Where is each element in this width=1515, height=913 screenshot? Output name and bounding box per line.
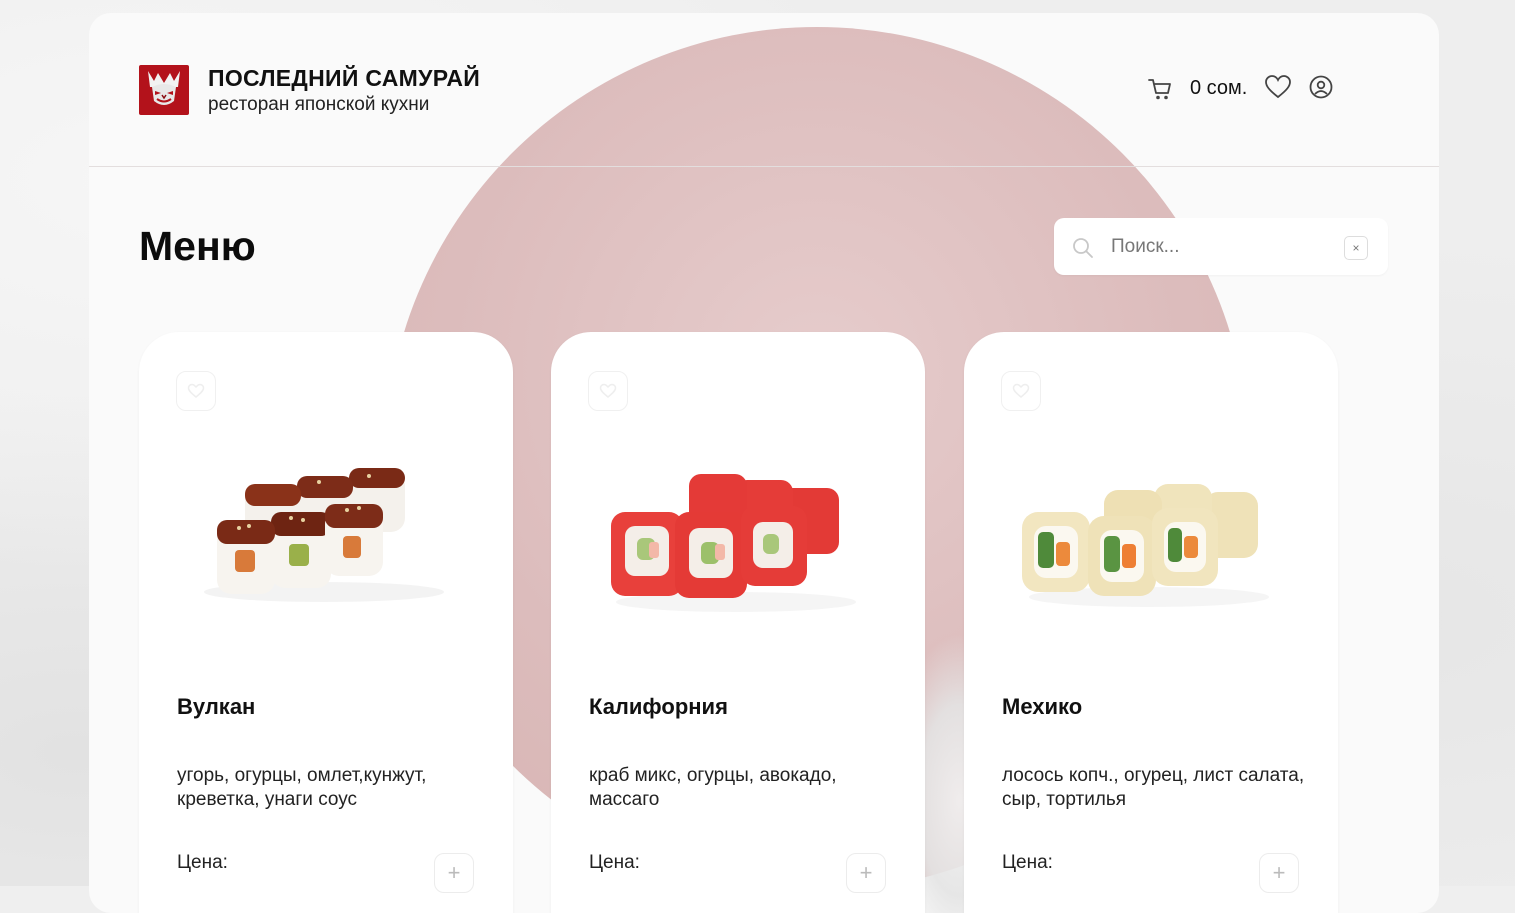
product-image[interactable] — [1004, 432, 1294, 622]
brand-subtitle: ресторан японской кухни — [208, 94, 429, 116]
price-label: Цена: — [1002, 852, 1053, 874]
product-image[interactable] — [591, 432, 881, 622]
product-description: угорь, огурцы, омлет,кунжут, креветка, у… — [177, 764, 487, 812]
favorite-button[interactable] — [588, 371, 628, 411]
search-box: × — [1054, 218, 1388, 275]
user-icon[interactable] — [1309, 75, 1333, 99]
product-description: краб микс, огурцы, авокадо, массаго — [589, 764, 899, 812]
brand-title[interactable]: ПОСЛЕДНИЙ САМУРАЙ — [208, 65, 480, 92]
product-description: лосось копч., огурец, лист салата, сыр, … — [1002, 764, 1312, 812]
cart-icon[interactable] — [1147, 76, 1173, 102]
heart-icon — [1012, 383, 1030, 399]
header: ПОСЛЕДНИЙ САМУРАЙ ресторан японской кухн… — [89, 13, 1439, 167]
search-icon — [1072, 237, 1094, 259]
product-card: Калифорния краб микс, огурцы, авокадо, м… — [551, 332, 925, 913]
price-label: Цена: — [589, 852, 640, 874]
price-label: Цена: — [177, 852, 228, 874]
cart-total[interactable]: 0 сом. — [1190, 77, 1247, 100]
heart-icon[interactable] — [1264, 74, 1292, 100]
samurai-logo[interactable] — [139, 65, 189, 115]
product-card: Вулкан угорь, огурцы, омлет,кунжут, крев… — [139, 332, 513, 913]
product-name[interactable]: Мехико — [1002, 694, 1082, 720]
samurai-mask-icon — [144, 69, 184, 111]
favorite-button[interactable] — [176, 371, 216, 411]
add-to-cart-button[interactable]: + — [1259, 853, 1299, 893]
product-name[interactable]: Вулкан — [177, 694, 255, 720]
app-shell: ПОСЛЕДНИЙ САМУРАЙ ресторан японской кухн… — [89, 13, 1439, 913]
add-to-cart-button[interactable]: + — [846, 853, 886, 893]
add-to-cart-button[interactable]: + — [434, 853, 474, 893]
product-name[interactable]: Калифорния — [589, 694, 728, 720]
clear-search-button[interactable]: × — [1344, 236, 1368, 260]
heart-icon — [187, 383, 205, 399]
search-input[interactable] — [1109, 230, 1333, 264]
favorite-button[interactable] — [1001, 371, 1041, 411]
page-title: Меню — [139, 223, 256, 270]
product-card: Мехико лосось копч., огурец, лист салата… — [964, 332, 1338, 913]
heart-icon — [599, 383, 617, 399]
product-image[interactable] — [179, 432, 469, 622]
